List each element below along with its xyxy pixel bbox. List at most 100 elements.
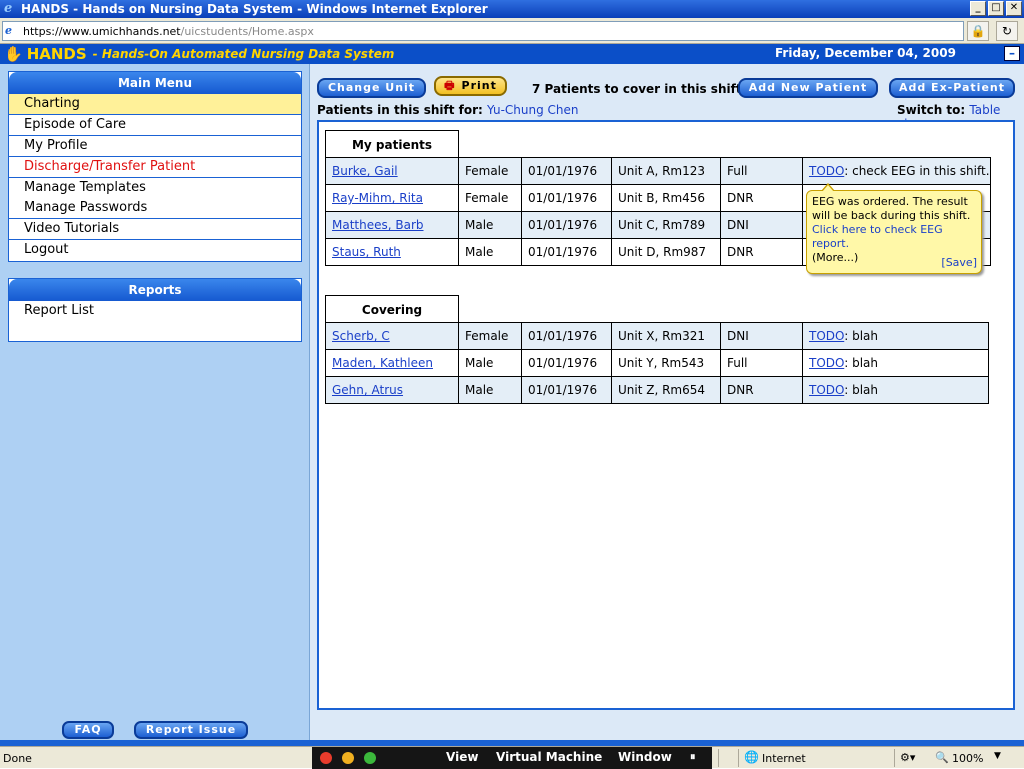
sex-cell: Male [458, 349, 522, 377]
table-row: Burke, Gail Female 01/01/1976 Unit A, Rm… [325, 157, 991, 185]
main-menu-title: Main Menu [9, 72, 301, 94]
current-date: Friday, December 04, 2009 [775, 46, 956, 60]
code-cell: DNR [720, 238, 803, 266]
protected-mode-icon[interactable]: ⚙▾ [900, 751, 915, 764]
maximize-button[interactable]: □ [988, 1, 1004, 16]
todo-cell: TODO: blah [802, 349, 989, 377]
address-bar: e https://www.umichhands.net/uicstudents… [0, 18, 1024, 44]
app-banner: ✋ HANDS - Hands-On Automated Nursing Dat… [0, 44, 1024, 64]
main-menu-panel: Main Menu Charting Episode of Care My Pr… [8, 71, 302, 262]
todo-link[interactable]: TODO [809, 329, 844, 343]
vm-menu-view[interactable]: View [446, 750, 478, 764]
patient-link[interactable]: Gehn, Atrus [332, 383, 403, 397]
code-cell: DNI [720, 322, 803, 350]
patient-link[interactable]: Maden, Kathleen [332, 356, 433, 370]
shift-for-label: Patients in this shift for: Yu-Chung Che… [317, 103, 579, 117]
lock-icon[interactable]: 🔒 [967, 21, 989, 41]
todo-link[interactable]: TODO [809, 164, 844, 178]
vm-zoom-icon[interactable] [364, 752, 376, 764]
zoom-icon: 🔍 [935, 751, 949, 764]
dob-cell: 01/01/1976 [521, 184, 612, 212]
sex-cell: Female [458, 322, 522, 350]
todo-link[interactable]: TODO [809, 356, 844, 370]
unit-cell: Unit B, Rm456 [611, 184, 721, 212]
hand-logo-icon: ✋ [4, 45, 23, 63]
dob-cell: 01/01/1976 [521, 211, 612, 239]
patient-link[interactable]: Ray-Mihm, Rita [332, 191, 423, 205]
sidebar: Main Menu Charting Episode of Care My Pr… [0, 64, 310, 740]
printer-icon: 🖶 [444, 79, 456, 92]
todo-link[interactable]: TODO [809, 383, 844, 397]
table-row: Gehn, Atrus Male 01/01/1976 Unit Z, Rm65… [325, 376, 989, 404]
sex-cell: Male [458, 211, 522, 239]
page-icon: e [5, 24, 12, 37]
save-link[interactable]: [Save] [941, 256, 977, 270]
report-item-report-list[interactable]: Report List [9, 301, 301, 322]
zoom-level[interactable]: 100% [952, 752, 983, 765]
url-field[interactable]: e https://www.umichhands.net/uicstudents… [2, 21, 964, 41]
patient-link[interactable]: Staus, Ruth [332, 245, 401, 259]
my-patients-heading: My patients [325, 130, 459, 158]
app-subtitle: - Hands-On Automated Nursing Data System [92, 47, 395, 61]
add-ex-patient-button[interactable]: Add Ex-Patient [889, 78, 1015, 98]
faq-button[interactable]: FAQ [62, 721, 114, 739]
unit-cell: Unit X, Rm321 [611, 322, 721, 350]
ie-logo-icon: e [4, 1, 13, 16]
window-title: HANDS - Hands on Nursing Data System - W… [21, 2, 488, 16]
vm-minimize-icon[interactable] [342, 752, 354, 764]
eeg-report-link[interactable]: Click here to check EEG report. [812, 223, 976, 251]
todo-cell[interactable]: TODO: blah [802, 376, 989, 404]
menu-item-episode-of-care[interactable]: Episode of Care [9, 115, 301, 136]
shift-for-name[interactable]: Yu-Chung Chen [487, 103, 579, 117]
table-row: Maden, Kathleen Male 01/01/1976 Unit Y, … [325, 349, 989, 377]
dob-cell: 01/01/1976 [521, 349, 612, 377]
vm-close-icon[interactable] [320, 752, 332, 764]
url-path: /uicstudents/Home.aspx [180, 24, 314, 38]
code-cell: DNI [720, 211, 803, 239]
add-new-patient-button[interactable]: Add New Patient [738, 78, 878, 98]
print-button[interactable]: 🖶 Print [434, 76, 507, 96]
print-label: Print [461, 79, 497, 92]
sex-cell: Male [458, 376, 522, 404]
zoom-dropdown-icon[interactable]: ▼ [994, 751, 1001, 761]
table-row: Scherb, C Female 01/01/1976 Unit X, Rm32… [325, 322, 989, 350]
menu-item-my-profile[interactable]: My Profile [9, 136, 301, 157]
close-button[interactable]: ✕ [1006, 1, 1022, 16]
report-issue-button[interactable]: Report Issue [134, 721, 248, 739]
reports-panel: Reports Report List [8, 278, 302, 342]
security-zone: Internet [762, 752, 806, 765]
patient-link[interactable]: Burke, Gail [332, 164, 398, 178]
menu-item-charting[interactable]: Charting [9, 94, 301, 115]
url-host: https://www.umichhands.net [23, 24, 181, 38]
todo-cell: TODO: check EEG in this shift. [802, 157, 991, 185]
vm-menu-virtual-machine[interactable]: Virtual Machine [496, 750, 602, 764]
vm-menu-window[interactable]: Window [618, 750, 672, 764]
patient-link[interactable]: Matthees, Barb [332, 218, 424, 232]
code-cell: DNR [720, 184, 803, 212]
menu-item-manage-passwords[interactable]: Manage Passwords [9, 199, 301, 219]
change-unit-button[interactable]: Change Unit [317, 78, 426, 98]
minimize-button[interactable]: _ [970, 1, 986, 16]
menu-item-logout[interactable]: Logout [9, 240, 301, 261]
menu-item-discharge-transfer[interactable]: Discharge/Transfer Patient [9, 157, 301, 178]
sex-cell: Female [458, 184, 522, 212]
window-titlebar: e HANDS - Hands on Nursing Data System -… [0, 0, 1024, 18]
vm-pause-icon[interactable]: ⏸ [690, 750, 696, 764]
dob-cell: 01/01/1976 [521, 322, 612, 350]
patient-link[interactable]: Scherb, C [332, 329, 390, 343]
status-bar: Done View Virtual Machine Window ⏸ 🌐 Int… [0, 746, 1024, 769]
sex-cell: Male [458, 238, 522, 266]
dob-cell: 01/01/1976 [521, 376, 612, 404]
unit-cell: Unit D, Rm987 [611, 238, 721, 266]
unit-cell: Unit C, Rm789 [611, 211, 721, 239]
covering-table: Scherb, C Female 01/01/1976 Unit X, Rm32… [325, 322, 989, 404]
shift-for-text: Patients in this shift for: [317, 103, 483, 117]
code-cell: Full [720, 157, 803, 185]
menu-item-video-tutorials[interactable]: Video Tutorials [9, 219, 301, 240]
switch-label: Switch to: [897, 103, 966, 117]
covering-heading: Covering [325, 295, 459, 323]
vm-toolbar: View Virtual Machine Window ⏸ [312, 747, 712, 769]
refresh-icon[interactable]: ↻ [996, 21, 1018, 41]
collapse-button[interactable]: – [1004, 46, 1020, 61]
menu-item-manage-templates[interactable]: Manage Templates [9, 178, 301, 199]
